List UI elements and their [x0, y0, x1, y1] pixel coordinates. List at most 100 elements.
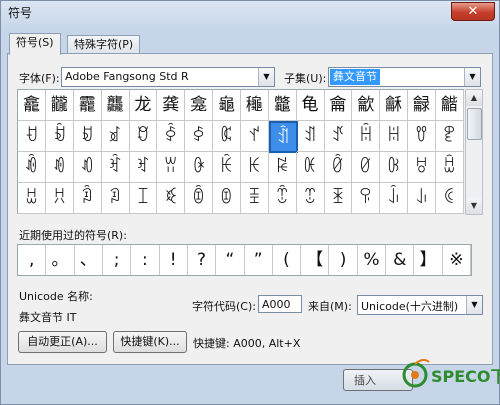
symbol-cell[interactable]: 龤: [435, 90, 464, 121]
recent-symbol-cell[interactable]: 】: [414, 245, 443, 275]
symbol-cell[interactable]: 龠: [324, 90, 353, 121]
shortcut-text: 快捷键: A000, Alt+X: [193, 337, 301, 350]
symbol-cell[interactable]: ꀧ: [212, 183, 241, 214]
symbol-cell[interactable]: ꀮ: [407, 183, 436, 214]
symbol-cell[interactable]: 龗: [73, 90, 102, 121]
scroll-thumb[interactable]: [467, 108, 482, 140]
symbol-cell[interactable]: 龝: [240, 90, 269, 121]
symbol-cell[interactable]: ꀩ: [268, 183, 297, 214]
recent-symbol-cell[interactable]: ;: [103, 245, 132, 275]
subset-select[interactable]: 彝文音节 ▼: [328, 67, 481, 87]
scroll-down-icon[interactable]: ▼: [466, 198, 482, 214]
symbol-cell[interactable]: 龢: [380, 90, 409, 121]
symbol-cell[interactable]: ꀨ: [240, 183, 269, 214]
symbol-cell[interactable]: ꀀ: [18, 121, 46, 152]
symbol-cell[interactable]: ꀄ: [129, 121, 158, 152]
symbol-cell[interactable]: 龣: [407, 90, 436, 121]
recent-symbol-cell[interactable]: ?: [188, 245, 217, 275]
symbol-cell[interactable]: ꀍ: [380, 121, 409, 152]
symbol-cell[interactable]: 龡: [352, 90, 381, 121]
chevron-down-icon: ▼: [464, 68, 480, 86]
symbol-cell[interactable]: ꀙ: [268, 152, 297, 183]
symbol-cell[interactable]: ꀖ: [185, 152, 214, 183]
tab-special-characters[interactable]: 特殊字符(P): [67, 35, 141, 54]
recent-symbols-row: ,。、;:!? “”(【)% &】 ※: [17, 244, 472, 276]
symbol-cell[interactable]: ꀋ: [324, 121, 353, 152]
symbol-cell[interactable]: 龙: [129, 90, 158, 121]
recent-symbol-cell[interactable]: “: [216, 245, 245, 275]
symbol-grid-scrollbar[interactable]: ▲ ▼: [465, 89, 483, 215]
symbol-cell[interactable]: ꀘ: [240, 152, 269, 183]
symbol-cell[interactable]: 龘: [101, 90, 130, 121]
recent-symbol-cell[interactable]: !: [160, 245, 188, 275]
symbol-cell[interactable]: ꀈ: [240, 121, 269, 152]
symbol-cell[interactable]: ꀅ: [157, 121, 186, 152]
symbol-cell[interactable]: ꀊ: [296, 121, 325, 152]
scroll-up-icon[interactable]: ▲: [466, 90, 482, 106]
symbol-cell[interactable]: ꀏ: [435, 121, 464, 152]
recent-symbol-cell[interactable]: 。: [46, 245, 75, 275]
symbol-cell[interactable]: ꀗ: [212, 152, 241, 183]
symbol-cell[interactable]: ꀃ: [101, 121, 130, 152]
dialog-title: 符号: [8, 6, 33, 20]
recent-symbol-cell[interactable]: 【: [301, 245, 330, 275]
symbol-cell[interactable]: ꀦ: [185, 183, 214, 214]
symbol-cell[interactable]: ꀣ: [101, 183, 130, 214]
autocorrect-button[interactable]: 自动更正(A)...: [18, 331, 107, 353]
symbol-cell[interactable]: 龛: [185, 90, 214, 121]
char-code-input[interactable]: A000: [258, 295, 302, 313]
symbol-cell[interactable]: ꀬ: [352, 183, 381, 214]
symbol-cell[interactable]: ꀎ: [407, 121, 436, 152]
symbol-cell[interactable]: 龕: [18, 90, 46, 121]
close-icon: ✕: [467, 4, 479, 19]
symbol-cell[interactable]: ꀌ: [352, 121, 381, 152]
symbol-cell[interactable]: ꀔ: [129, 152, 158, 183]
symbol-cell[interactable]: ꀠ: [18, 183, 46, 214]
symbol-cell[interactable]: ꀫ: [324, 183, 353, 214]
tab-symbols[interactable]: 符号(S): [9, 33, 61, 55]
close-button[interactable]: ✕: [451, 2, 495, 21]
symbol-cell[interactable]: ꀚ: [296, 152, 325, 183]
symbol-cell[interactable]: 龞: [268, 90, 297, 121]
symbol-cell[interactable]: ꀡ: [45, 183, 74, 214]
symbol-cell[interactable]: ꀆ: [185, 121, 214, 152]
font-select[interactable]: Adobe Fangsong Std R ▼: [61, 67, 275, 87]
symbol-cell[interactable]: ꀐ: [18, 152, 46, 183]
symbol-cell[interactable]: ꀕ: [157, 152, 186, 183]
symbol-cell[interactable]: 龚: [157, 90, 186, 121]
symbol-cell[interactable]: ꀇ: [212, 121, 241, 152]
symbol-cell[interactable]: 龟: [296, 90, 325, 121]
symbol-cell[interactable]: 龖: [45, 90, 74, 121]
symbol-cell[interactable]: ꀁ: [45, 121, 74, 152]
shortcut-key-button[interactable]: 快捷键(K)...: [113, 331, 187, 353]
recent-symbol-cell[interactable]: (: [273, 245, 302, 275]
symbol-cell[interactable]: ꀜ: [352, 152, 381, 183]
symbol-cell[interactable]: ꀤ: [129, 183, 158, 214]
symbol-cell[interactable]: ꀢ: [73, 183, 102, 214]
symbol-cell[interactable]: ꀥ: [157, 183, 186, 214]
recent-symbol-cell[interactable]: :: [131, 245, 160, 275]
recent-symbol-cell[interactable]: &: [386, 245, 415, 275]
recent-symbol-cell[interactable]: 、: [75, 245, 103, 275]
recent-symbol-cell[interactable]: ,: [18, 245, 47, 275]
symbol-cell[interactable]: ꀓ: [101, 152, 130, 183]
symbol-cell[interactable]: ꀉ: [268, 121, 298, 153]
recent-symbol-cell[interactable]: ※: [443, 245, 471, 275]
symbol-cell[interactable]: ꀂ: [73, 121, 102, 152]
recent-symbol-cell[interactable]: ): [329, 245, 358, 275]
symbol-cell[interactable]: ꀪ: [296, 183, 325, 214]
symbol-cell[interactable]: ꀭ: [380, 183, 409, 214]
symbol-cell[interactable]: ꀑ: [45, 152, 74, 183]
symbol-cell[interactable]: ꀒ: [73, 152, 102, 183]
from-label: 来自(M):: [308, 300, 352, 313]
symbol-cell[interactable]: ꀯ: [435, 183, 464, 214]
from-select[interactable]: Unicode(十六进制) ▼: [357, 295, 483, 315]
recent-symbol-cell[interactable]: ”: [245, 245, 273, 275]
symbol-cell[interactable]: ꀛ: [324, 152, 353, 183]
recent-symbol-cell[interactable]: %: [358, 245, 387, 275]
symbol-cell[interactable]: ꀝ: [380, 152, 409, 183]
symbol-cell[interactable]: ꀟ: [435, 152, 464, 183]
symbol-cell[interactable]: ꀞ: [407, 152, 436, 183]
chevron-down-icon: ▼: [466, 296, 482, 314]
symbol-cell[interactable]: 龜: [212, 90, 241, 121]
